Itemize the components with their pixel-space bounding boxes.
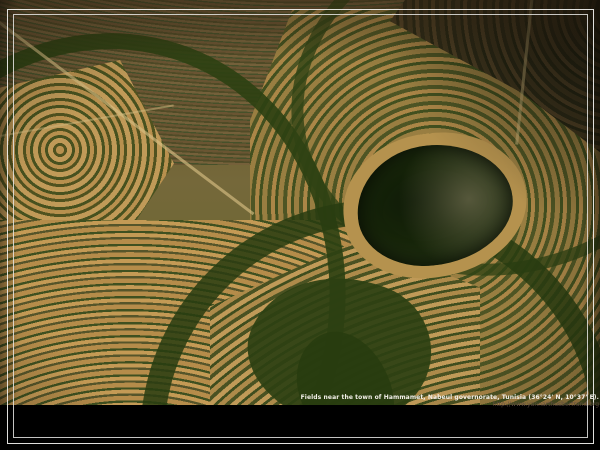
wallpaper: Fields near the town of Hammamet, Nabeul… bbox=[0, 0, 600, 450]
vignette-overlay bbox=[0, 0, 600, 405]
photo-caption: Fields near the town of Hammamet, Nabeul… bbox=[301, 394, 599, 408]
caption-location-text: Fields near the town of Hammamet, Nabeul… bbox=[301, 394, 599, 401]
caption-url-text: http://www.yannarthusbertrand.org bbox=[301, 401, 599, 408]
aerial-photo bbox=[0, 0, 600, 405]
